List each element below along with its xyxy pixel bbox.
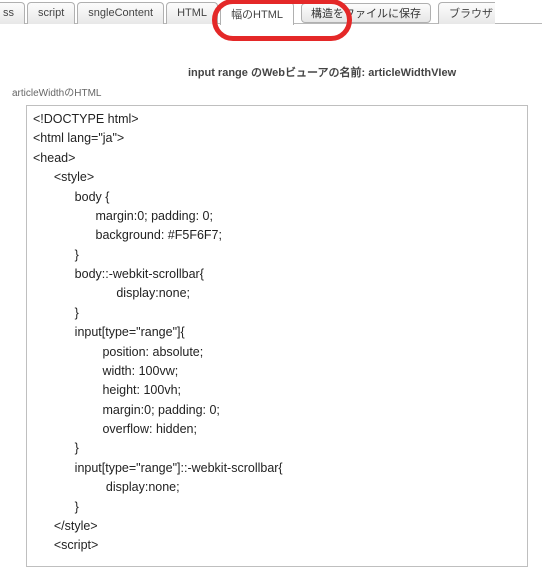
subheader-text: input range のWebビューアの名前: articleWidthVIe… — [0, 24, 542, 84]
window-root: ss script sngleContent HTML 幅のHTML 構造をファ… — [0, 0, 542, 567]
tab-label: sngleContent — [88, 7, 153, 19]
tab-label: ss — [3, 7, 14, 19]
tab-label: 幅のHTML — [231, 6, 283, 22]
code-textarea[interactable]: <!DOCTYPE html> <html lang="ja"> <head> … — [26, 105, 528, 567]
code-content: <!DOCTYPE html> <html lang="ja"> <head> … — [33, 110, 521, 567]
tab-label: ブラウザ — [449, 5, 493, 21]
tab-label: script — [38, 7, 64, 19]
tab-width-html[interactable]: 幅のHTML — [220, 2, 294, 25]
save-structure-button[interactable]: 構造をファイルに保存 — [301, 3, 431, 23]
tab-label: HTML — [177, 7, 207, 19]
field-label: articleWidthのHTML — [0, 84, 542, 105]
tab-bar: ss script sngleContent HTML 幅のHTML 構造をファ… — [0, 0, 542, 24]
tab-ss[interactable]: ss — [0, 2, 25, 24]
tab-html[interactable]: HTML — [166, 2, 218, 24]
button-label: 構造をファイルに保存 — [311, 5, 421, 21]
tab-script[interactable]: script — [27, 2, 75, 24]
tab-browser[interactable]: ブラウザ — [438, 2, 495, 24]
tab-snglecontent[interactable]: sngleContent — [77, 2, 164, 24]
